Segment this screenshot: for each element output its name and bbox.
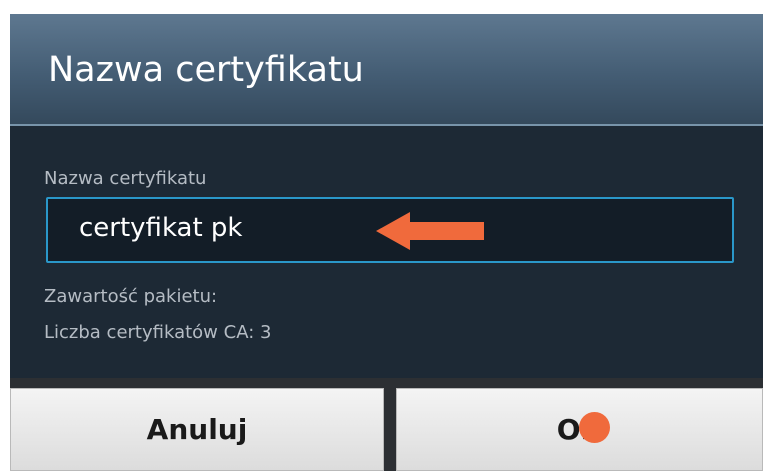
tap-indicator-dot-icon	[579, 412, 611, 443]
ok-button[interactable]: OK	[396, 388, 763, 471]
dialog-button-bar: Anuluj OK	[10, 378, 763, 471]
ca-certificate-count: Liczba certyfikatów CA: 3	[44, 322, 272, 343]
cancel-button-label: Anuluj	[146, 413, 248, 446]
certificate-name-dialog: Nazwa certyfikatu Nazwa certyfikatu cert…	[10, 14, 763, 471]
dialog-title: Nazwa certyfikatu	[48, 50, 364, 90]
certificate-name-input[interactable]: certyfikat pk	[46, 197, 734, 263]
dialog-title-bar: Nazwa certyfikatu	[10, 14, 763, 126]
certificate-name-input-value: certyfikat pk	[79, 213, 243, 243]
package-contents-label: Zawartość pakietu:	[44, 286, 218, 307]
left-arrow-annotation-icon	[376, 212, 484, 250]
certificate-name-label: Nazwa certyfikatu	[44, 168, 207, 189]
dialog-body: Nazwa certyfikatu certyfikat pk Zawartoś…	[10, 126, 763, 378]
cancel-button[interactable]: Anuluj	[10, 388, 384, 471]
